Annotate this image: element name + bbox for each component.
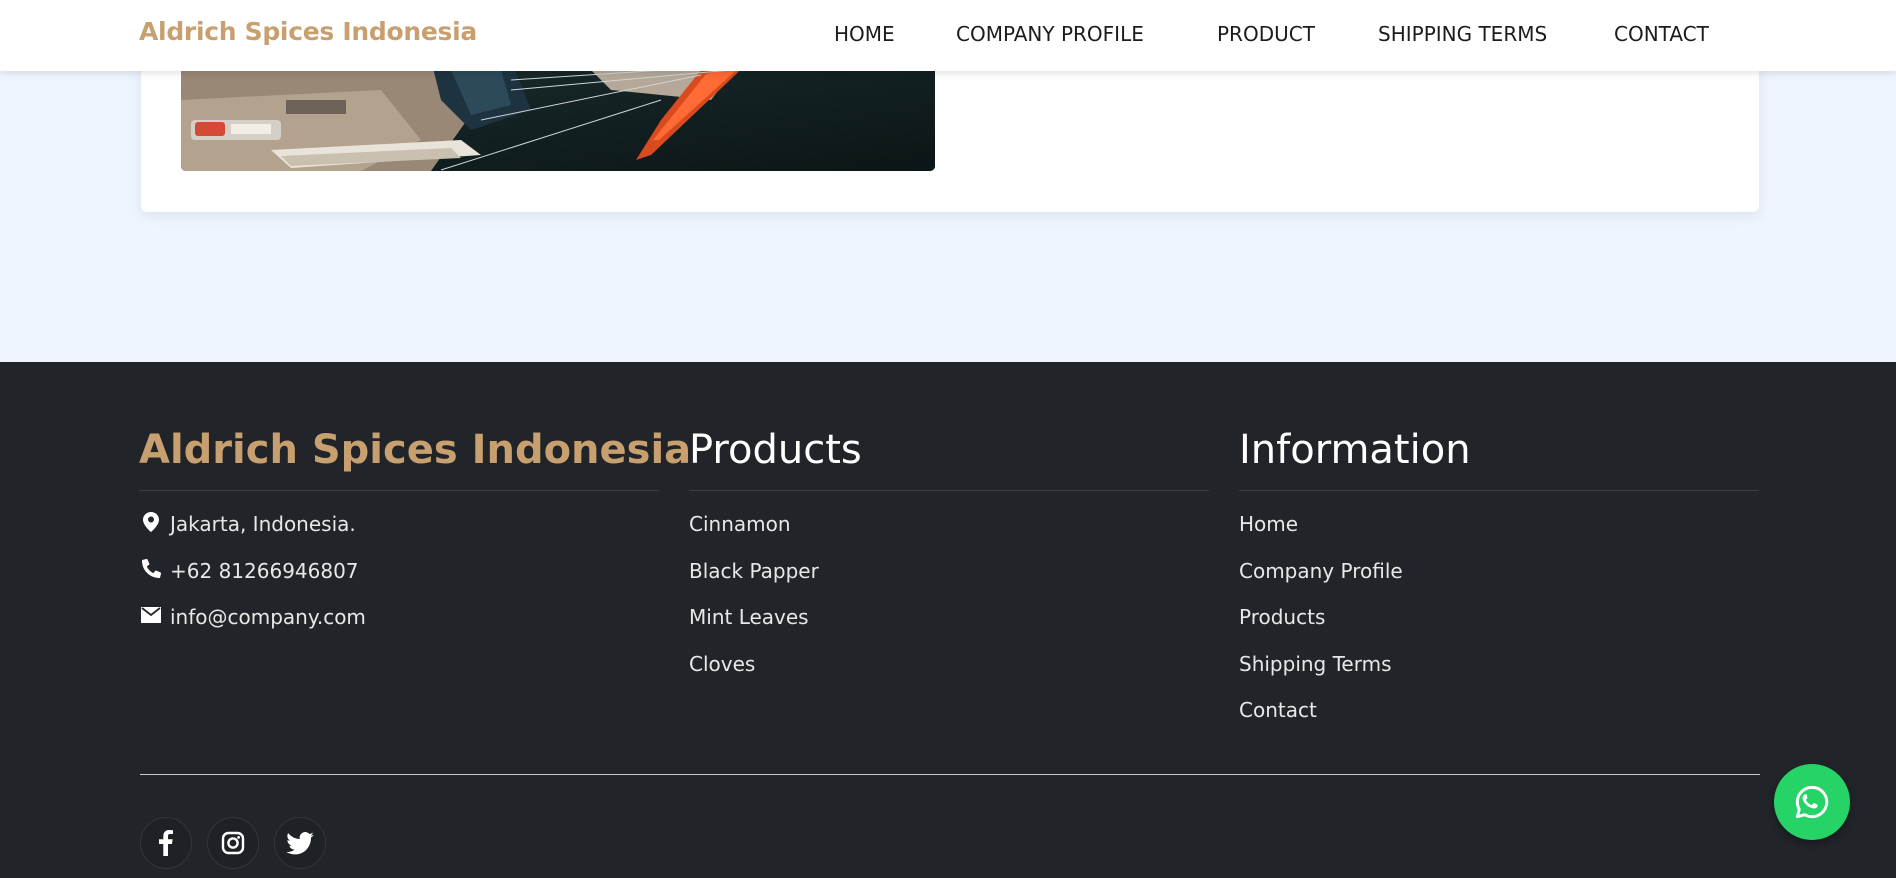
footer-email: info@company.com xyxy=(139,604,659,651)
nav-contact[interactable]: CONTACT xyxy=(1614,22,1709,46)
harbor-ship-photo xyxy=(181,60,935,171)
map-pin-icon xyxy=(141,511,161,533)
nav-company-profile[interactable]: COMPANY PROFILE xyxy=(956,22,1144,46)
footer-divider-line xyxy=(1239,490,1759,491)
footer-company-column: Aldrich Spices Indonesia Jakarta, Indone… xyxy=(139,422,692,651)
footer-product-black-papper[interactable]: Black Papper xyxy=(689,558,819,584)
footer-address: Jakarta, Indonesia. xyxy=(139,511,659,558)
nav-home[interactable]: HOME xyxy=(834,22,895,46)
site-footer: Aldrich Spices Indonesia Jakarta, Indone… xyxy=(0,362,1896,878)
footer-divider-line xyxy=(139,490,659,491)
footer-link-home[interactable]: Home xyxy=(1239,511,1298,537)
footer-information-title: Information xyxy=(1239,427,1471,473)
top-navbar: Aldrich Spices Indonesia HOME COMPANY PR… xyxy=(0,0,1896,71)
brand-logo[interactable]: Aldrich Spices Indonesia xyxy=(139,17,477,46)
footer-product-cloves[interactable]: Cloves xyxy=(689,651,755,677)
footer-link-shipping-terms[interactable]: Shipping Terms xyxy=(1239,651,1392,677)
footer-link-products[interactable]: Products xyxy=(1239,604,1325,630)
footer-company-title: Aldrich Spices Indonesia xyxy=(139,427,692,473)
footer-email-text[interactable]: info@company.com xyxy=(170,604,366,630)
footer-product-cinnamon[interactable]: Cinnamon xyxy=(689,511,791,537)
footer-phone-text[interactable]: +62 81266946807 xyxy=(170,558,359,584)
phone-icon xyxy=(141,558,161,580)
nav-shipping-terms[interactable]: SHIPPING TERMS xyxy=(1378,22,1547,46)
instagram-icon[interactable] xyxy=(207,817,259,869)
footer-divider-line xyxy=(689,490,1209,491)
footer-products-column: Products Cinnamon Black Papper Mint Leav… xyxy=(689,422,1209,697)
nav-product[interactable]: PRODUCT xyxy=(1217,22,1315,46)
footer-information-column: Information Home Company Profile Product… xyxy=(1239,422,1759,744)
twitter-icon[interactable] xyxy=(274,817,326,869)
facebook-icon[interactable] xyxy=(140,817,192,869)
footer-link-company-profile[interactable]: Company Profile xyxy=(1239,558,1403,584)
footer-products-title: Products xyxy=(689,427,862,473)
footer-phone: +62 81266946807 xyxy=(139,558,659,605)
footer-product-mint-leaves[interactable]: Mint Leaves xyxy=(689,604,809,630)
envelope-icon xyxy=(141,604,161,626)
whatsapp-icon[interactable] xyxy=(1774,764,1850,840)
footer-link-contact[interactable]: Contact xyxy=(1239,697,1317,723)
footer-bottom-divider xyxy=(140,774,1760,775)
footer-address-text: Jakarta, Indonesia. xyxy=(170,512,356,536)
